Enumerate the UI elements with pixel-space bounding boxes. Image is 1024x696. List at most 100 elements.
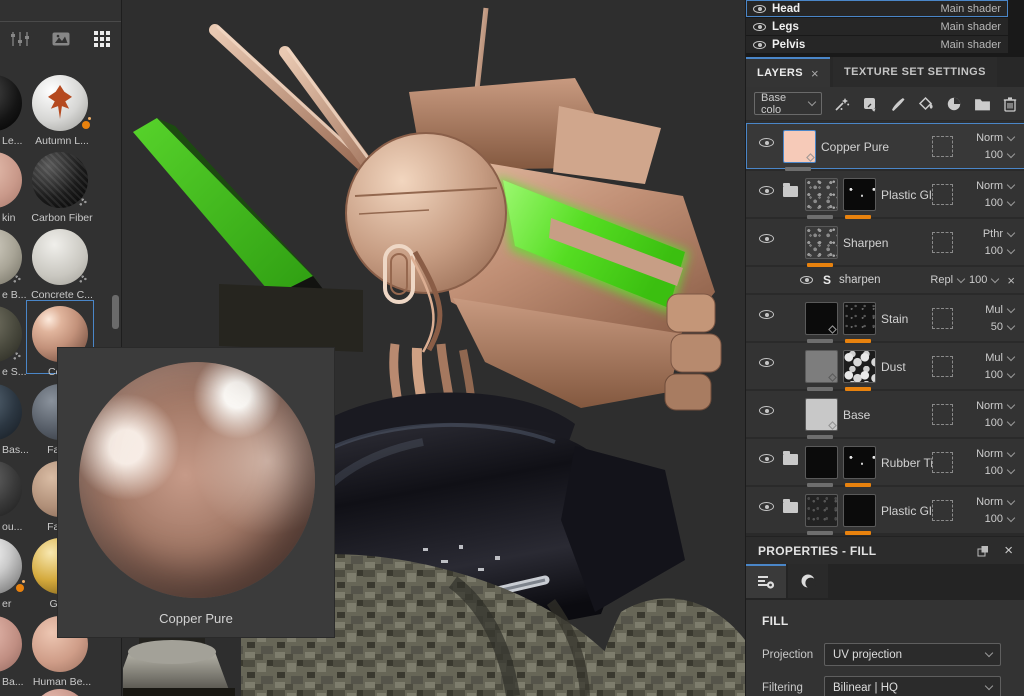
visibility-eye-icon[interactable] — [800, 276, 813, 284]
mask-placeholder-box[interactable] — [932, 500, 953, 521]
tab-layers[interactable]: LAYERS × — [746, 57, 830, 87]
projection-dropdown[interactable]: UV projection — [824, 643, 1001, 666]
close-icon[interactable]: × — [1004, 542, 1013, 559]
material-thumb-rough[interactable] — [0, 461, 22, 517]
tab-texture-set-settings[interactable]: TEXTURE SET SETTINGS — [833, 57, 997, 87]
material-thumb-silver[interactable] — [0, 538, 22, 594]
delete-trash-icon[interactable] — [1003, 95, 1017, 113]
shelf-filters-icon[interactable] — [10, 30, 30, 48]
chevron-down-icon — [1007, 448, 1015, 456]
mask-placeholder-box[interactable] — [932, 404, 953, 425]
blend-mode-dropdown[interactable]: Norm — [976, 496, 1014, 508]
effect-row-sharpen[interactable]: S sharpen Repl 100 × — [746, 267, 1024, 293]
layer-mask-thumbnail[interactable] — [843, 178, 876, 211]
opacity-dropdown[interactable]: 100 — [985, 465, 1014, 477]
opacity-dropdown[interactable]: 50 — [991, 321, 1014, 333]
blend-mode-dropdown[interactable]: Norm — [976, 448, 1014, 460]
layer-mask-thumbnail[interactable] — [843, 350, 876, 383]
visibility-eye-icon[interactable] — [753, 41, 766, 49]
blend-mode-dropdown[interactable]: Norm — [976, 400, 1014, 412]
detach-window-icon[interactable] — [977, 545, 989, 557]
texture-set-row-legs[interactable]: Legs Main shader — [746, 18, 1008, 35]
material-sphere-icon[interactable] — [946, 95, 962, 113]
material-row: kin Carbon Fiber — [0, 152, 122, 228]
layer-content-thumbnail[interactable] — [805, 226, 838, 259]
opacity-dropdown[interactable]: 100 — [985, 417, 1014, 429]
visibility-eye-icon[interactable] — [759, 138, 774, 147]
group-folder-icon[interactable] — [783, 186, 798, 197]
layer-row-copper-pure[interactable]: Copper Pure Norm 100 — [746, 123, 1024, 169]
opacity-dropdown[interactable]: 100 — [985, 369, 1014, 381]
effect-blend-dropdown[interactable]: Repl — [930, 274, 953, 286]
layer-row-rubber-tire-group[interactable]: Rubber Tire Norm 100 — [746, 439, 1024, 485]
layer-stack: Copper Pure Norm 100 Plastic Glossy... N… — [746, 123, 1024, 536]
mask-placeholder-box[interactable] — [932, 232, 953, 253]
visibility-eye-icon[interactable] — [759, 502, 774, 511]
blend-mode-dropdown[interactable]: Mul — [985, 352, 1014, 364]
layer-row-stain[interactable]: Stain Mul 50 — [746, 295, 1024, 341]
mask-placeholder-box[interactable] — [932, 356, 953, 377]
smart-material-icon[interactable] — [862, 95, 878, 113]
layer-row-base[interactable]: Base Norm 100 — [746, 391, 1024, 437]
material-thumb-skin[interactable] — [0, 152, 22, 208]
layer-mask-thumbnail[interactable] — [843, 494, 876, 527]
material-thumb-basalt[interactable] — [0, 384, 22, 440]
group-folder-icon[interactable] — [783, 502, 798, 513]
filtering-dropdown[interactable]: Bilinear | HQ — [824, 676, 1001, 696]
visibility-eye-icon[interactable] — [759, 234, 774, 243]
tab-fill-parameters[interactable] — [746, 564, 786, 598]
material-thumb-carbon-fiber[interactable] — [32, 152, 88, 208]
visibility-eye-icon[interactable] — [759, 406, 774, 415]
mask-placeholder-box[interactable] — [932, 184, 953, 205]
texture-set-row-head[interactable]: Head Main shader — [746, 0, 1008, 17]
material-thumb-sand[interactable] — [0, 306, 22, 362]
material-thumb-autumn-leaf[interactable] — [32, 75, 88, 131]
mask-placeholder-box[interactable] — [932, 452, 953, 473]
mask-placeholder-box[interactable] — [932, 308, 953, 329]
layer-mask-thumbnail[interactable] — [843, 302, 876, 335]
material-thumb-leaves[interactable] — [0, 75, 22, 131]
paint-brush-icon[interactable] — [890, 95, 906, 113]
opacity-dropdown[interactable]: 100 — [985, 513, 1014, 525]
layer-row-sharpen[interactable]: Sharpen Pthr 100 — [746, 219, 1024, 265]
layer-row-plastic-glossy2-group[interactable]: Plastic Glossy Norm 100 — [746, 487, 1024, 533]
layer-row-plastic-glossy-group[interactable]: Plastic Glossy... Norm 100 — [746, 171, 1024, 217]
blend-mode-dropdown[interactable]: Norm — [976, 180, 1014, 192]
tab-close-icon[interactable]: × — [811, 66, 819, 81]
material-thumb-concrete[interactable] — [32, 229, 88, 285]
tab-material-preview[interactable] — [788, 564, 828, 598]
opacity-dropdown[interactable]: 100 — [985, 149, 1014, 161]
layer-content-thumbnail[interactable] — [805, 446, 838, 479]
add-folder-icon[interactable] — [974, 95, 991, 113]
visibility-eye-icon[interactable] — [753, 23, 766, 31]
blend-mode-dropdown[interactable]: Norm — [976, 132, 1014, 144]
shelf-grid-view-icon[interactable] — [92, 30, 112, 48]
texture-set-row-pelvis[interactable]: Pelvis Main shader — [746, 36, 1008, 53]
channel-filter-dropdown[interactable]: Base colo — [754, 92, 822, 115]
layer-content-thumbnail[interactable] — [805, 178, 838, 211]
fill-bucket-icon[interactable] — [918, 95, 934, 113]
opacity-dropdown[interactable]: 100 — [985, 245, 1014, 257]
mask-placeholder-box[interactable] — [932, 136, 953, 157]
opacity-dropdown[interactable]: 100 — [985, 197, 1014, 209]
layer-row-dust[interactable]: Dust Mul 100 — [746, 343, 1024, 389]
layer-name: Base — [843, 408, 870, 422]
effect-opacity-dropdown[interactable]: 100 — [969, 274, 987, 286]
layer-content-thumbnail[interactable] — [805, 494, 838, 527]
visibility-eye-icon[interactable] — [759, 454, 774, 463]
add-effect-wand-icon[interactable] — [834, 95, 850, 113]
blend-mode-dropdown[interactable]: Pthr — [983, 228, 1014, 240]
blend-mode-dropdown[interactable]: Mul — [985, 304, 1014, 316]
remove-effect-icon[interactable]: × — [1007, 273, 1015, 288]
group-folder-icon[interactable] — [783, 454, 798, 465]
material-thumb-stone[interactable] — [0, 229, 22, 285]
visibility-eye-icon[interactable] — [753, 5, 766, 13]
visibility-eye-icon[interactable] — [759, 358, 774, 367]
visibility-eye-icon[interactable] — [759, 310, 774, 319]
material-thumb-basic[interactable] — [0, 616, 22, 672]
layer-mask-thumbnail[interactable] — [843, 446, 876, 479]
shelf-environment-icon[interactable] — [51, 30, 71, 48]
visibility-eye-icon[interactable] — [759, 186, 774, 195]
layer-name: Dust — [881, 360, 906, 374]
shelf-scrollbar[interactable] — [112, 295, 119, 329]
